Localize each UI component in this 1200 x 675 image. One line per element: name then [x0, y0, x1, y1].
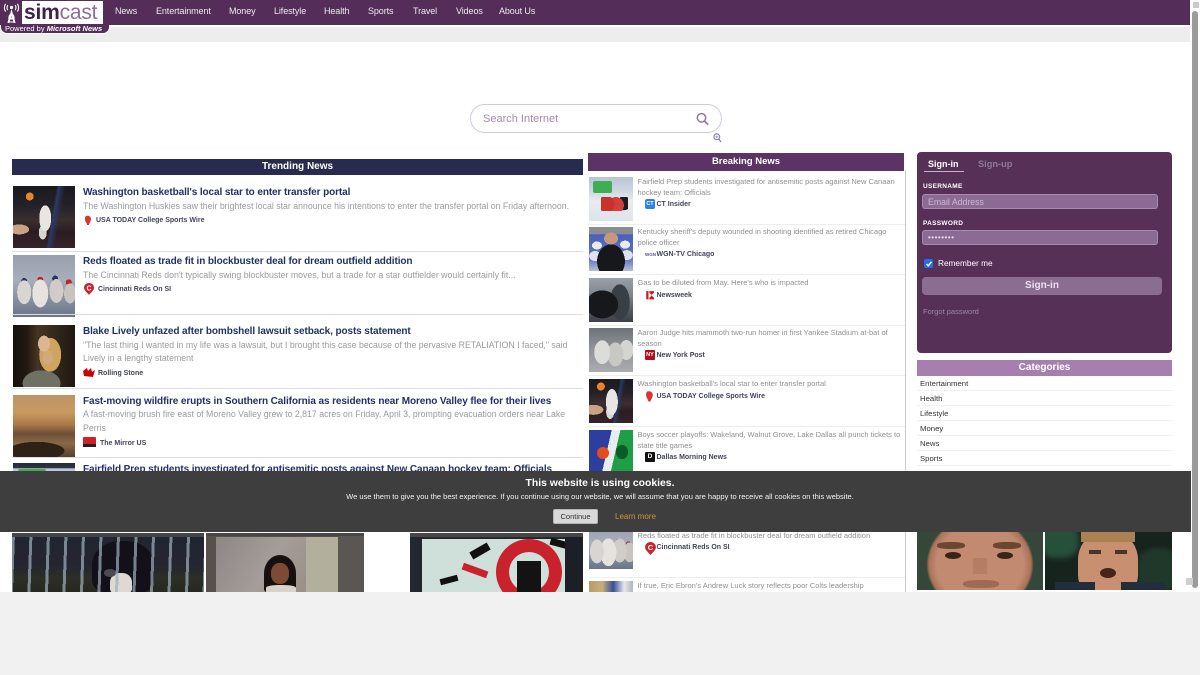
svg-text:C: C: [648, 543, 654, 552]
svg-text:C: C: [86, 286, 91, 293]
